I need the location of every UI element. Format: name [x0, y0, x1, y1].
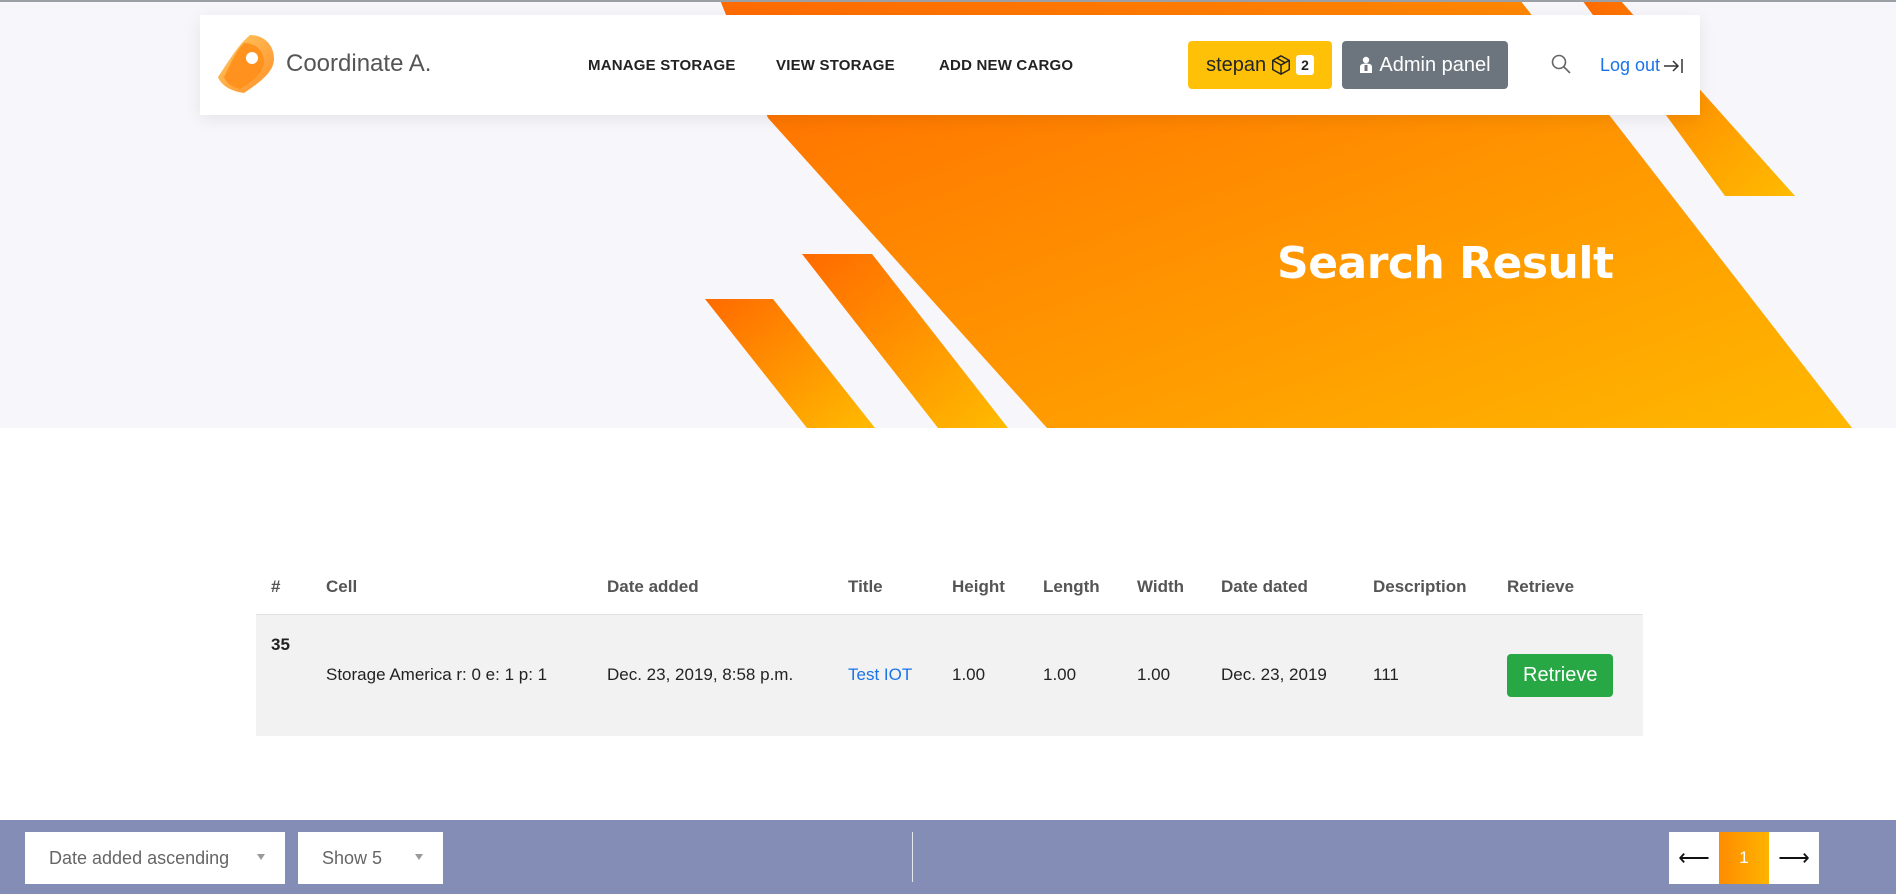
package-box-icon — [1272, 54, 1291, 76]
row-length: 1.00 — [1028, 614, 1122, 736]
table-header-row: # Cell Date added Title Height Length Wi… — [256, 560, 1643, 615]
row-width: 1.00 — [1122, 614, 1206, 736]
caret-down-icon — [257, 854, 265, 860]
hero-small-stripe — [705, 299, 875, 428]
admin-panel-button[interactable]: Admin panel — [1342, 41, 1508, 89]
location-pin-icon — [218, 35, 274, 93]
user-cart-button[interactable]: stepan 2 — [1188, 41, 1332, 89]
search-icon[interactable] — [1550, 53, 1572, 75]
header-title: Title — [833, 560, 937, 615]
header-date-dated: Date dated — [1206, 560, 1358, 615]
next-page-button[interactable]: ⟶ — [1769, 832, 1819, 884]
prev-page-button[interactable]: ⟵ — [1669, 832, 1719, 884]
pagination: ⟵ 1 ⟶ — [1669, 832, 1819, 884]
row-cell: Storage America r: 0 e: 1 p: 1 — [311, 614, 592, 736]
top-border-line — [0, 0, 1896, 2]
header-description: Description — [1358, 560, 1492, 615]
header-length: Length — [1028, 560, 1122, 615]
row-id: 35 — [256, 614, 311, 736]
user-name: stepan — [1206, 53, 1267, 76]
nav-manage-storage[interactable]: MANAGE STORAGE — [588, 57, 736, 74]
show-count-value: Show 5 — [322, 847, 383, 868]
logout-label: Log out — [1600, 55, 1661, 75]
retrieve-button[interactable]: Retrieve — [1507, 653, 1614, 697]
caret-down-icon — [415, 854, 423, 860]
header-height: Height — [937, 560, 1028, 615]
page-1-button[interactable]: 1 — [1719, 832, 1769, 884]
header-id: # — [256, 560, 311, 615]
table-row: 35 Storage America r: 0 e: 1 p: 1 Dec. 2… — [256, 614, 1643, 736]
page-title: Search Result — [1277, 238, 1614, 289]
admin-panel-label: Admin panel — [1379, 53, 1491, 76]
brand-name: Coordinate A. — [286, 50, 432, 77]
row-date-added: Dec. 23, 2019, 8:58 p.m. — [592, 614, 833, 736]
brand[interactable]: Coordinate A. — [214, 31, 431, 97]
show-count-select[interactable]: Show 5 — [298, 832, 443, 884]
header-retrieve: Retrieve — [1492, 560, 1643, 615]
top-navbar: Coordinate A. MANAGE STORAGE VIEW STORAG… — [200, 15, 1700, 115]
header-width: Width — [1122, 560, 1206, 615]
nav-add-new-cargo[interactable]: ADD NEW CARGO — [939, 57, 1073, 74]
footer-toolbar: Date added ascending Show 5 ⟵ 1 ⟶ — [0, 820, 1896, 894]
logout-arrow-icon — [1664, 58, 1683, 73]
row-title-link[interactable]: Test IOT — [848, 665, 912, 684]
sort-select-value: Date added ascending — [49, 847, 230, 868]
admin-user-icon — [1360, 56, 1373, 73]
row-description: 111 — [1358, 614, 1492, 736]
header-cell: Cell — [311, 560, 592, 615]
row-date-dated: Dec. 23, 2019 — [1206, 614, 1358, 736]
nav-view-storage[interactable]: VIEW STORAGE — [776, 57, 895, 74]
cart-count-badge: 2 — [1296, 55, 1314, 75]
logout-link[interactable]: Log out — [1600, 55, 1684, 76]
results-table: # Cell Date added Title Height Length Wi… — [256, 560, 1643, 736]
footer-divider — [912, 832, 913, 882]
sort-select[interactable]: Date added ascending — [25, 832, 285, 884]
header-date-added: Date added — [592, 560, 833, 615]
row-height: 1.00 — [937, 614, 1028, 736]
